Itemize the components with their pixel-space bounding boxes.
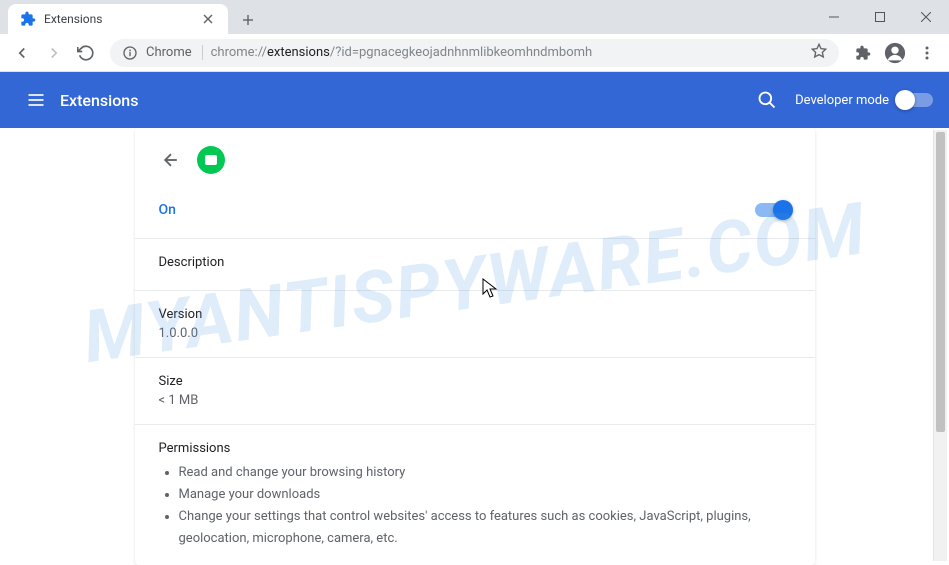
bookmark-star-icon[interactable] — [811, 43, 827, 63]
site-info-icon[interactable] — [122, 45, 138, 61]
permission-item: Manage your downloads — [179, 484, 791, 506]
omnibox-prefix: Chrome — [146, 45, 203, 60]
extensions-app-bar: Extensions Developer mode — [0, 72, 949, 128]
scrollbar-track[interactable] — [933, 130, 947, 561]
profile-avatar-icon[interactable] — [881, 39, 909, 67]
version-label: Version — [159, 307, 791, 322]
minimize-button[interactable] — [811, 0, 857, 34]
reload-button[interactable] — [72, 39, 100, 67]
permission-item: Read and change your browsing history — [179, 462, 791, 484]
extension-logo-icon — [197, 146, 225, 174]
browser-menu-icon[interactable] — [913, 39, 941, 67]
omnibox-url: chrome://extensions/?id=pgnacegkeojadnhn… — [211, 45, 593, 60]
back-arrow-icon[interactable] — [159, 148, 183, 172]
scrollbar-thumb[interactable] — [936, 132, 945, 432]
window-controls — [811, 0, 949, 34]
tab-title: Extensions — [44, 12, 200, 26]
size-value: < 1 MB — [159, 393, 791, 408]
close-tab-icon[interactable] — [200, 11, 216, 27]
tab-strip: Extensions — [0, 0, 949, 34]
permissions-label: Permissions — [159, 441, 791, 456]
enabled-status-label: On — [159, 202, 176, 218]
extension-detail-card: On Description Version 1.0.0.0 Size < 1 … — [135, 128, 815, 565]
search-icon[interactable] — [747, 80, 787, 120]
extension-puzzle-icon — [20, 11, 36, 27]
version-value: 1.0.0.0 — [159, 326, 791, 341]
content-area: On Description Version 1.0.0.0 Size < 1 … — [0, 128, 949, 565]
address-bar[interactable]: Chrome chrome://extensions/?id=pgnacegke… — [110, 39, 839, 67]
maximize-button[interactable] — [857, 0, 903, 34]
permissions-list: Read and change your browsing history Ma… — [159, 462, 791, 550]
permission-item: Change your settings that control websit… — [179, 506, 791, 550]
menu-hamburger-icon[interactable] — [16, 80, 56, 120]
close-window-button[interactable] — [903, 0, 949, 34]
developer-mode-label: Developer mode — [795, 93, 889, 108]
nav-forward-button[interactable] — [40, 39, 68, 67]
app-bar-title: Extensions — [60, 91, 138, 110]
nav-back-button[interactable] — [8, 39, 36, 67]
size-label: Size — [159, 374, 791, 389]
browser-toolbar: Chrome chrome://extensions/?id=pgnacegke… — [0, 34, 949, 72]
developer-mode-toggle[interactable] — [897, 93, 933, 107]
browser-tab[interactable]: Extensions — [8, 4, 228, 34]
extension-enable-toggle[interactable] — [755, 203, 791, 217]
extensions-icon[interactable] — [849, 39, 877, 67]
description-label: Description — [159, 255, 791, 270]
new-tab-button[interactable] — [234, 6, 262, 34]
